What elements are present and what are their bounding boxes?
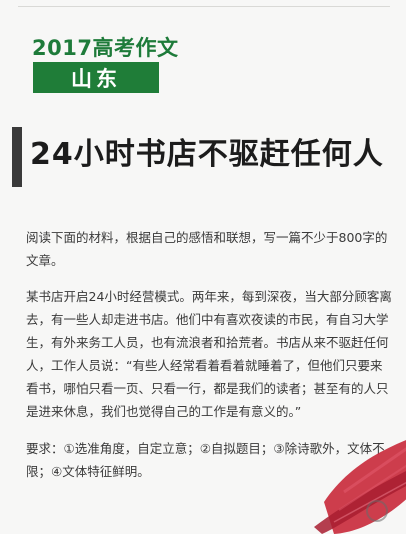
title-accent-bar [12,127,22,187]
essay-title: 24小时书店不驱赶任何人 [30,137,384,172]
province-badge: 山东 [33,62,159,93]
watermark-icon [366,500,388,522]
top-rule [18,6,390,7]
red-brush-decoration [314,432,406,534]
exam-year-title: 2017高考作文 [32,36,179,60]
material-paragraph: 某书店开启24小时经营模式。两年来，每到深夜，当大部分顾客离去，有一些人却走进书… [26,289,392,419]
document-card: 2017高考作文 山东 24小时书店不驱赶任何人 阅读下面的材料，根据自己的感悟… [0,0,406,534]
instruction-paragraph: 阅读下面的材料，根据自己的感悟和联想，写一篇不少于800字的文章。 [26,230,388,268]
